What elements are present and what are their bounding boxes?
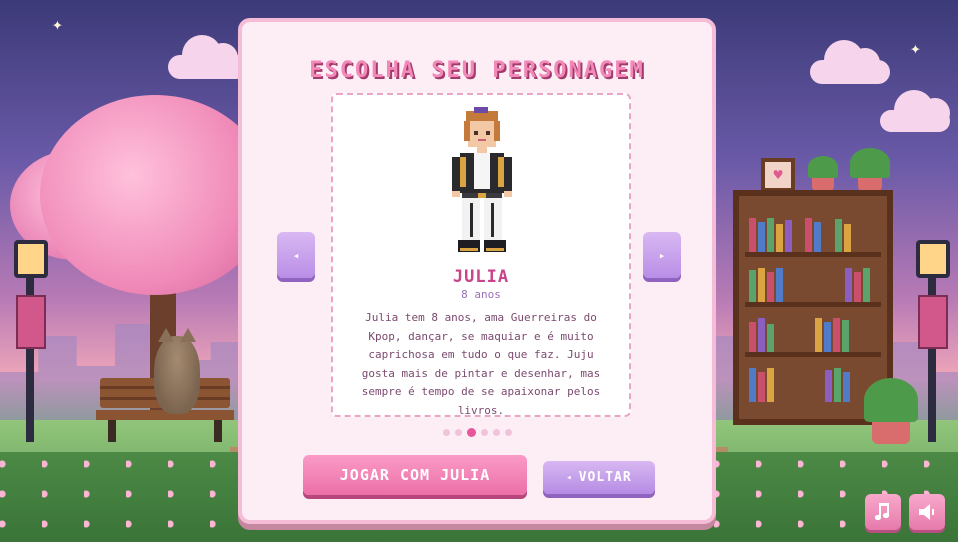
lamp-light bbox=[14, 240, 48, 278]
arrow-right-icon: ▸ bbox=[658, 248, 666, 262]
plant-leaves bbox=[808, 156, 838, 178]
cloud-left bbox=[168, 35, 248, 79]
character-name: JULIA bbox=[452, 267, 510, 287]
carousel-dot[interactable] bbox=[480, 429, 488, 436]
character-sprite bbox=[452, 107, 512, 252]
play-button[interactable]: JOGAR COM JULIA bbox=[303, 455, 527, 495]
carousel-dot[interactable] bbox=[504, 429, 512, 436]
plant-leaves bbox=[850, 148, 890, 178]
cherry-tree-canopy bbox=[40, 95, 270, 295]
arrow-left-icon: ◂ bbox=[566, 472, 573, 483]
character-description: Julia tem 8 anos, ama Guerreiras do Kpop… bbox=[361, 311, 601, 417]
speaker-icon bbox=[919, 504, 934, 520]
carousel-indicator bbox=[242, 428, 712, 437]
heart-banner bbox=[16, 295, 46, 349]
star-icon: ✦ bbox=[52, 14, 63, 35]
heart-frame-icon: ♥ bbox=[761, 158, 795, 192]
lamp-light bbox=[916, 240, 950, 278]
back-button[interactable]: ◂ VOLTAR bbox=[543, 461, 655, 494]
carousel-dot[interactable] bbox=[454, 429, 462, 436]
sound-toggle-button[interactable] bbox=[909, 494, 945, 530]
star-icon: ✦ bbox=[910, 38, 921, 59]
character-select-panel: ESCOLHA SEU PERSONAGEM ◂ JULIA 8 anos Ju… bbox=[238, 18, 716, 524]
heart-banner bbox=[918, 295, 948, 349]
cloud-right bbox=[810, 40, 890, 84]
carousel-dot[interactable] bbox=[466, 428, 476, 437]
cat-sprite bbox=[154, 328, 200, 414]
back-button-label: VOLTAR bbox=[578, 470, 632, 485]
screen-title: ESCOLHA SEU PERSONAGEM bbox=[309, 58, 645, 83]
arrow-left-icon: ◂ bbox=[292, 248, 300, 262]
play-button-label: JOGAR COM JULIA bbox=[339, 466, 491, 484]
previous-character-button[interactable]: ◂ bbox=[277, 232, 315, 278]
carousel-dot[interactable] bbox=[442, 429, 450, 436]
cloud-far-right bbox=[880, 90, 950, 132]
music-toggle-button[interactable] bbox=[865, 494, 901, 530]
music-icon bbox=[874, 503, 890, 521]
carousel-dot[interactable] bbox=[492, 429, 500, 436]
plant-leaves bbox=[864, 378, 918, 422]
character-card: JULIA 8 anos Julia tem 8 anos, ama Guerr… bbox=[331, 93, 631, 417]
character-age: 8 anos bbox=[461, 288, 501, 301]
next-character-button[interactable]: ▸ bbox=[643, 232, 681, 278]
